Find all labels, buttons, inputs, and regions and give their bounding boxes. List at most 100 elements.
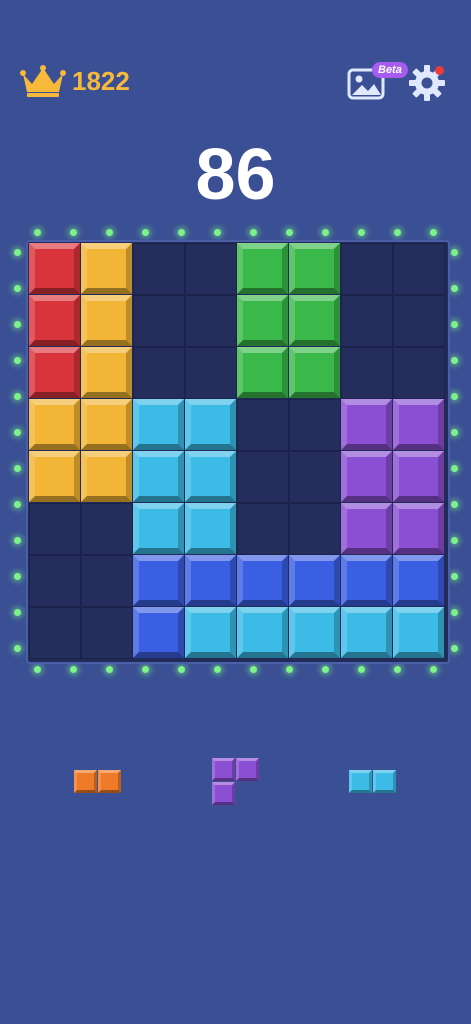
board-light <box>450 248 458 256</box>
empty-cell[interactable] <box>80 606 133 659</box>
block-purple <box>340 398 392 450</box>
board-light <box>321 228 329 236</box>
board-light <box>13 248 21 256</box>
empty-cell[interactable] <box>132 294 185 347</box>
board-light <box>13 536 21 544</box>
empty-cell[interactable] <box>184 242 237 295</box>
board-light <box>357 228 365 236</box>
board-light <box>33 228 41 236</box>
board-light <box>393 665 401 673</box>
board-light <box>450 608 458 616</box>
block-cyan <box>288 606 340 658</box>
empty-cell[interactable] <box>288 502 341 555</box>
empty-cell[interactable] <box>184 294 237 347</box>
block-blue <box>236 554 288 606</box>
game-board[interactable] <box>26 240 450 664</box>
tray-block-cyan <box>373 770 396 793</box>
board-light <box>13 428 21 436</box>
empty-cell[interactable] <box>340 294 393 347</box>
block-yellow <box>80 346 132 398</box>
block-blue <box>132 606 184 658</box>
board-light <box>249 228 257 236</box>
crown-icon <box>20 65 66 97</box>
block-red <box>28 242 80 294</box>
board-light <box>13 392 21 400</box>
block-cyan <box>132 502 184 554</box>
board-light <box>141 228 149 236</box>
empty-cell[interactable] <box>288 450 341 503</box>
board-light <box>13 284 21 292</box>
board-light <box>285 228 293 236</box>
block-yellow <box>28 450 80 502</box>
empty-cell[interactable] <box>132 242 185 295</box>
best-score: 1822 <box>72 66 130 96</box>
empty-cell[interactable] <box>288 398 341 451</box>
board-light <box>105 228 113 236</box>
block-blue <box>132 554 184 606</box>
tray-block-orange <box>74 770 97 793</box>
block-yellow <box>80 242 132 294</box>
empty-cell[interactable] <box>28 502 81 555</box>
empty-cell[interactable] <box>80 502 133 555</box>
board-light <box>321 665 329 673</box>
block-cyan <box>184 606 236 658</box>
empty-cell[interactable] <box>28 606 81 659</box>
block-blue <box>184 554 236 606</box>
board-light <box>13 572 21 580</box>
board-light <box>450 572 458 580</box>
block-blue <box>392 554 444 606</box>
board-light <box>429 665 437 673</box>
block-cyan <box>184 398 236 450</box>
tray-piece-orange-domino[interactable] <box>74 770 122 794</box>
empty-cell[interactable] <box>28 554 81 607</box>
empty-cell[interactable] <box>340 242 393 295</box>
board-light <box>141 665 149 673</box>
board-light <box>450 536 458 544</box>
block-yellow <box>80 294 132 346</box>
board-light <box>450 644 458 652</box>
board-light <box>450 284 458 292</box>
board-light <box>177 665 185 673</box>
empty-cell[interactable] <box>236 398 289 451</box>
tray-block-purple <box>212 782 235 805</box>
board-light <box>429 228 437 236</box>
board-light <box>285 665 293 673</box>
board-light <box>450 464 458 472</box>
empty-cell[interactable] <box>236 502 289 555</box>
empty-cell[interactable] <box>392 294 445 347</box>
board-light <box>450 392 458 400</box>
block-cyan <box>236 606 288 658</box>
board-light <box>357 665 365 673</box>
block-cyan <box>184 450 236 502</box>
board-light <box>450 500 458 508</box>
board-light <box>450 356 458 364</box>
notification-dot <box>435 66 444 75</box>
empty-cell[interactable] <box>340 346 393 399</box>
board-light <box>13 500 21 508</box>
block-blue <box>340 554 392 606</box>
board-light <box>450 428 458 436</box>
game-screen: 1822 Beta 86 <box>0 0 471 1024</box>
empty-cell[interactable] <box>184 346 237 399</box>
empty-cell[interactable] <box>236 450 289 503</box>
block-purple <box>340 502 392 554</box>
empty-cell[interactable] <box>80 554 133 607</box>
empty-cell[interactable] <box>132 346 185 399</box>
tray-piece-purple-corner[interactable] <box>212 758 260 806</box>
beta-badge: Beta <box>372 62 408 78</box>
empty-cell[interactable] <box>392 242 445 295</box>
tray-block-purple <box>212 758 235 781</box>
empty-cell[interactable] <box>392 346 445 399</box>
board-light <box>249 665 257 673</box>
board-light <box>13 320 21 328</box>
board-light <box>177 228 185 236</box>
tray-piece-cyan-domino[interactable] <box>349 770 397 794</box>
board-light <box>33 665 41 673</box>
block-green <box>288 242 340 294</box>
block-green <box>236 242 288 294</box>
tray-block-cyan <box>349 770 372 793</box>
block-green <box>288 346 340 398</box>
tray-block-purple <box>236 758 259 781</box>
board-light <box>13 356 21 364</box>
block-yellow <box>28 398 80 450</box>
